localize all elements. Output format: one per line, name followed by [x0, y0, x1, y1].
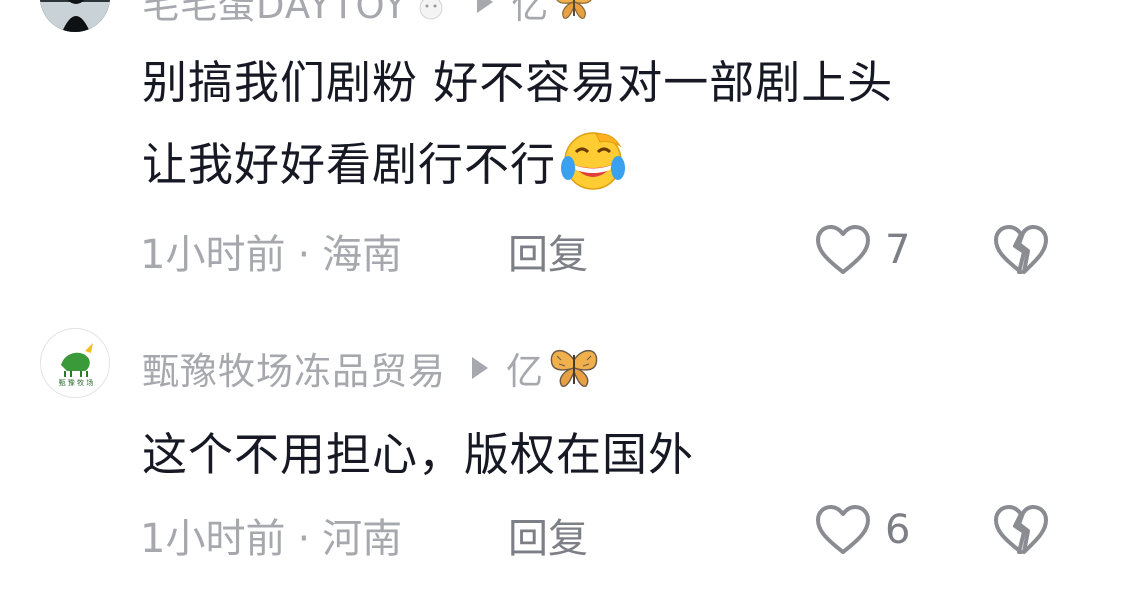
broken-heart-icon: [994, 225, 1048, 274]
like-button[interactable]: 6: [815, 504, 910, 556]
comment-meta: 1小时前 · 海南: [140, 222, 402, 280]
dislike-button[interactable]: [993, 224, 1049, 280]
username-row: 甄豫牧场冻品贸易 亿: [142, 346, 601, 393]
avatar-image: [40, 0, 110, 32]
butterfly-icon: [556, 0, 592, 19]
avatar-brand-text: 甄 豫 牧 场: [59, 378, 94, 387]
comment-text-line: 这个不用担心，版权在国外: [142, 428, 695, 481]
comment-meta: 1小时前 · 河南: [140, 506, 402, 564]
rabbit-emoji-icon: [419, 0, 443, 20]
username[interactable]: 甄豫牧场冻品贸易: [142, 341, 446, 395]
comment-text-line: 让我好好看剧行不行: [142, 138, 557, 191]
comment-time: 1小时前: [140, 232, 286, 278]
user-avatar[interactable]: 甄 豫 牧 场: [40, 328, 110, 398]
comment-text: 这个不用担心，版权在国外: [142, 414, 694, 496]
user-avatar[interactable]: [40, 0, 110, 32]
reply-button[interactable]: 回复: [508, 506, 588, 564]
comment-time: 1小时前: [140, 516, 286, 562]
comment-text-line-with-emoji: 让我好好看剧行不行: [142, 124, 893, 206]
meta-separator: ·: [297, 232, 311, 278]
heart-icon: [816, 505, 870, 554]
heart-icon: [816, 225, 870, 274]
username[interactable]: 毛毛蛋DAYTOY: [142, 0, 407, 29]
reply-target[interactable]: 亿: [506, 341, 543, 395]
avatar-logo: 甄 豫 牧 场: [42, 330, 109, 397]
username-row: 毛毛蛋DAYTOY 亿: [142, 0, 596, 27]
like-count: 7: [885, 227, 911, 273]
like-count: 6: [885, 507, 911, 553]
comment-location: 海南: [322, 232, 403, 278]
comment-text-line: 别搞我们剧粉 好不容易对一部剧上头: [142, 56, 894, 109]
butterfly-icon: [550, 350, 598, 387]
reply-arrow-icon: [477, 0, 494, 13]
dislike-button[interactable]: [993, 504, 1049, 560]
reply-arrow-icon: [472, 357, 488, 379]
comment-location: 河南: [322, 516, 403, 562]
comment-text: 别搞我们剧粉 好不容易对一部剧上头 让我好好看剧行不行: [142, 42, 893, 206]
reply-button[interactable]: 回复: [508, 222, 588, 280]
laughing-crying-emoji-icon: [561, 132, 626, 190]
reply-target[interactable]: 亿: [511, 0, 548, 29]
meta-separator: ·: [297, 516, 311, 562]
like-button[interactable]: 7: [815, 224, 910, 276]
broken-heart-icon: [994, 505, 1048, 554]
